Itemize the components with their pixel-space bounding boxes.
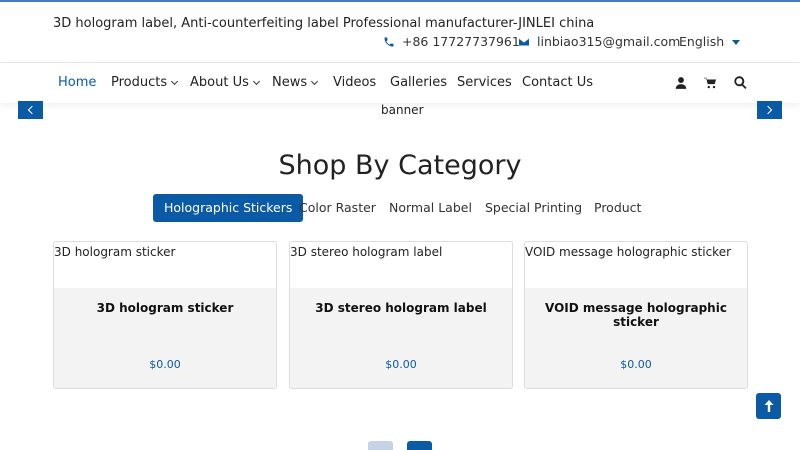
carousel-next-button[interactable] xyxy=(407,441,432,450)
nav-item-home[interactable]: Home xyxy=(58,75,96,90)
phone-icon xyxy=(384,37,394,46)
product-price: $0.00 xyxy=(385,358,417,371)
envelope-icon xyxy=(519,38,529,45)
phone-number: +86 17727737961 xyxy=(402,34,520,49)
search-icon[interactable] xyxy=(733,75,748,90)
product-card-body: VOID message holographic sticker $0.00 xyxy=(525,288,747,388)
nav-item-label: Services xyxy=(457,75,512,90)
product-name[interactable]: 3D hologram sticker xyxy=(54,301,276,315)
nav-item-label: Home xyxy=(58,75,97,90)
caret-down-icon xyxy=(732,39,741,45)
product-card[interactable]: 3D hologram sticker 3D hologram sticker … xyxy=(53,241,277,389)
nav-item-label: Videos xyxy=(333,75,377,90)
chevron-left-icon xyxy=(27,105,37,115)
banner-prev-button[interactable] xyxy=(18,101,43,119)
nav-item-videos[interactable]: Videos xyxy=(333,75,376,90)
product-image[interactable]: VOID message holographic sticker xyxy=(525,245,731,259)
banner-image: banner xyxy=(381,103,424,117)
language-selector[interactable]: English xyxy=(679,34,741,49)
nav-item-about-us[interactable]: About Us xyxy=(190,75,260,90)
nav-item-label: Contact Us xyxy=(522,75,593,90)
email-address: linbiao315@gmail.com xyxy=(537,34,681,49)
site-title: 3D hologram label, Anti-counterfeiting l… xyxy=(53,16,595,31)
banner-next-button[interactable] xyxy=(757,101,782,119)
email-link[interactable]: linbiao315@gmail.com xyxy=(518,34,680,49)
chevron-down-icon xyxy=(252,77,260,85)
carousel-prev-button[interactable] xyxy=(368,441,393,450)
product-name[interactable]: 3D stereo hologram label xyxy=(290,301,512,315)
main-nav: Home Products About Us News Videos Galle… xyxy=(0,62,800,103)
nav-item-label: About Us xyxy=(190,75,249,90)
section-title: Shop By Category xyxy=(278,150,522,181)
product-card-body: 3D hologram sticker $0.00 xyxy=(54,288,276,388)
tab-special-printing[interactable]: Special Printing xyxy=(474,194,593,222)
product-image[interactable]: 3D stereo hologram label xyxy=(290,245,442,259)
chevron-down-icon xyxy=(311,77,319,85)
category-tabs: Holographic Stickers Color Raster Normal… xyxy=(0,194,800,222)
nav-item-services[interactable]: Services xyxy=(457,75,512,90)
phone-link[interactable]: +86 17727737961 xyxy=(383,34,520,49)
product-card[interactable]: VOID message holographic sticker VOID me… xyxy=(524,241,748,389)
language-label: English xyxy=(679,34,725,49)
tab-normal-label[interactable]: Normal Label xyxy=(378,194,483,222)
nav-item-galleries[interactable]: Galleries xyxy=(390,75,447,90)
cart-icon[interactable] xyxy=(703,76,718,90)
tab-product[interactable]: Product xyxy=(583,194,652,222)
product-card-body: 3D stereo hologram label $0.00 xyxy=(290,288,512,388)
nav-item-contact-us[interactable]: Contact Us xyxy=(522,75,593,90)
product-card[interactable]: 3D stereo hologram label 3D stereo holog… xyxy=(289,241,513,389)
tab-color-raster[interactable]: Color Raster xyxy=(288,194,387,222)
nav-item-label: Galleries xyxy=(390,75,447,90)
back-to-top-button[interactable] xyxy=(756,393,781,419)
chevron-down-icon xyxy=(171,77,179,85)
contact-row: +86 17727737961 linbiao315@gmail.com Eng… xyxy=(0,34,800,50)
product-name[interactable]: VOID message holographic sticker xyxy=(525,301,747,329)
tab-holographic-stickers[interactable]: Holographic Stickers xyxy=(153,194,304,222)
nav-item-label: Products xyxy=(111,75,168,90)
nav-icon-group xyxy=(674,75,763,90)
product-price: $0.00 xyxy=(620,358,652,371)
top-accent-line xyxy=(0,0,800,2)
product-image[interactable]: 3D hologram sticker xyxy=(54,245,175,259)
nav-item-news[interactable]: News xyxy=(272,75,319,90)
arrow-up-icon xyxy=(764,400,773,412)
user-icon[interactable] xyxy=(674,76,688,90)
nav-item-label: News xyxy=(272,75,308,90)
nav-item-products[interactable]: Products xyxy=(111,75,179,90)
chevron-right-icon xyxy=(763,105,773,115)
product-price: $0.00 xyxy=(149,358,181,371)
